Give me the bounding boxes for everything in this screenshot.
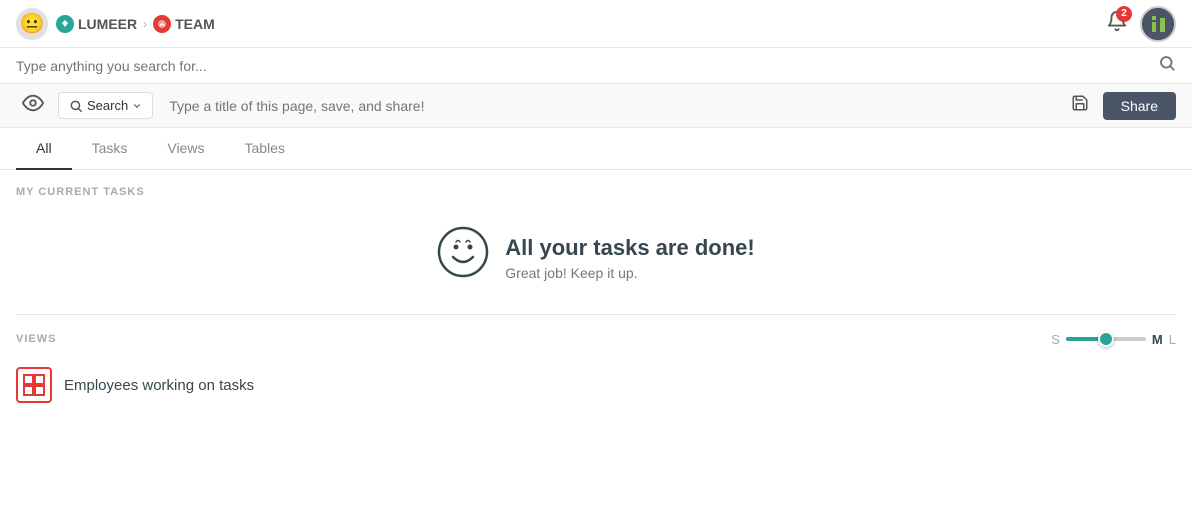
size-slider[interactable] [1066,329,1146,349]
team-label: TEAM [175,16,215,32]
search-submit-button[interactable] [1158,54,1176,77]
view-item-icon [16,367,52,403]
views-label: VIEWS [16,333,56,345]
global-search-bar [0,48,1192,84]
view-item[interactable]: Employees working on tasks [16,355,1176,415]
tasks-done-title: All your tasks are done! [505,235,754,261]
views-header: VIEWS S M L [16,315,1176,355]
team-icon [153,15,171,33]
search-dropdown-button[interactable]: Search [58,92,153,119]
notification-badge: 2 [1116,6,1132,22]
breadcrumb-separator: › [143,17,147,31]
lumeer-label: LUMEER [78,16,137,32]
size-m-label[interactable]: M [1152,332,1163,347]
notifications-button[interactable]: 2 [1106,10,1128,38]
tasks-done-subtitle: Great job! Keep it up. [505,265,754,281]
tab-views[interactable]: Views [147,128,224,170]
tasks-done-section: All your tasks are done! Great job! Keep… [16,206,1176,314]
breadcrumb-team[interactable]: TEAM [153,15,215,33]
smiley-icon [437,226,489,290]
toolbar: Search Share [0,84,1192,128]
size-s-label[interactable]: S [1051,332,1060,347]
breadcrumb-lumeer[interactable]: LUMEER [56,15,137,33]
current-tasks-label: MY CURRENT TASKS [16,170,1176,206]
page-title-input[interactable] [161,94,1056,118]
main-content: MY CURRENT TASKS All your tasks are done… [0,170,1192,415]
user-profile-avatar[interactable] [1140,6,1176,42]
nav-left: 😐 LUMEER › TEAM [16,8,215,40]
search-dropdown-label: Search [87,98,128,113]
tasks-done-text: All your tasks are done! Great job! Keep… [505,235,754,281]
breadcrumb: LUMEER › TEAM [56,15,215,33]
global-search-input[interactable] [16,58,1158,74]
nav-right: 2 [1106,6,1176,42]
top-nav: 😐 LUMEER › TEAM 2 [0,0,1192,48]
size-control: S M L [1051,329,1176,349]
tab-tables[interactable]: Tables [224,128,304,170]
eye-button[interactable] [16,88,50,123]
tab-all[interactable]: All [16,128,72,170]
tab-tasks[interactable]: Tasks [72,128,148,170]
share-button[interactable]: Share [1103,92,1176,120]
size-l-label[interactable]: L [1169,332,1176,347]
lumeer-icon [56,15,74,33]
tabs-row: All Tasks Views Tables [0,128,1192,170]
view-item-name: Employees working on tasks [64,377,254,394]
user-avatar-small[interactable]: 😐 [16,8,48,40]
save-button[interactable] [1065,90,1095,121]
